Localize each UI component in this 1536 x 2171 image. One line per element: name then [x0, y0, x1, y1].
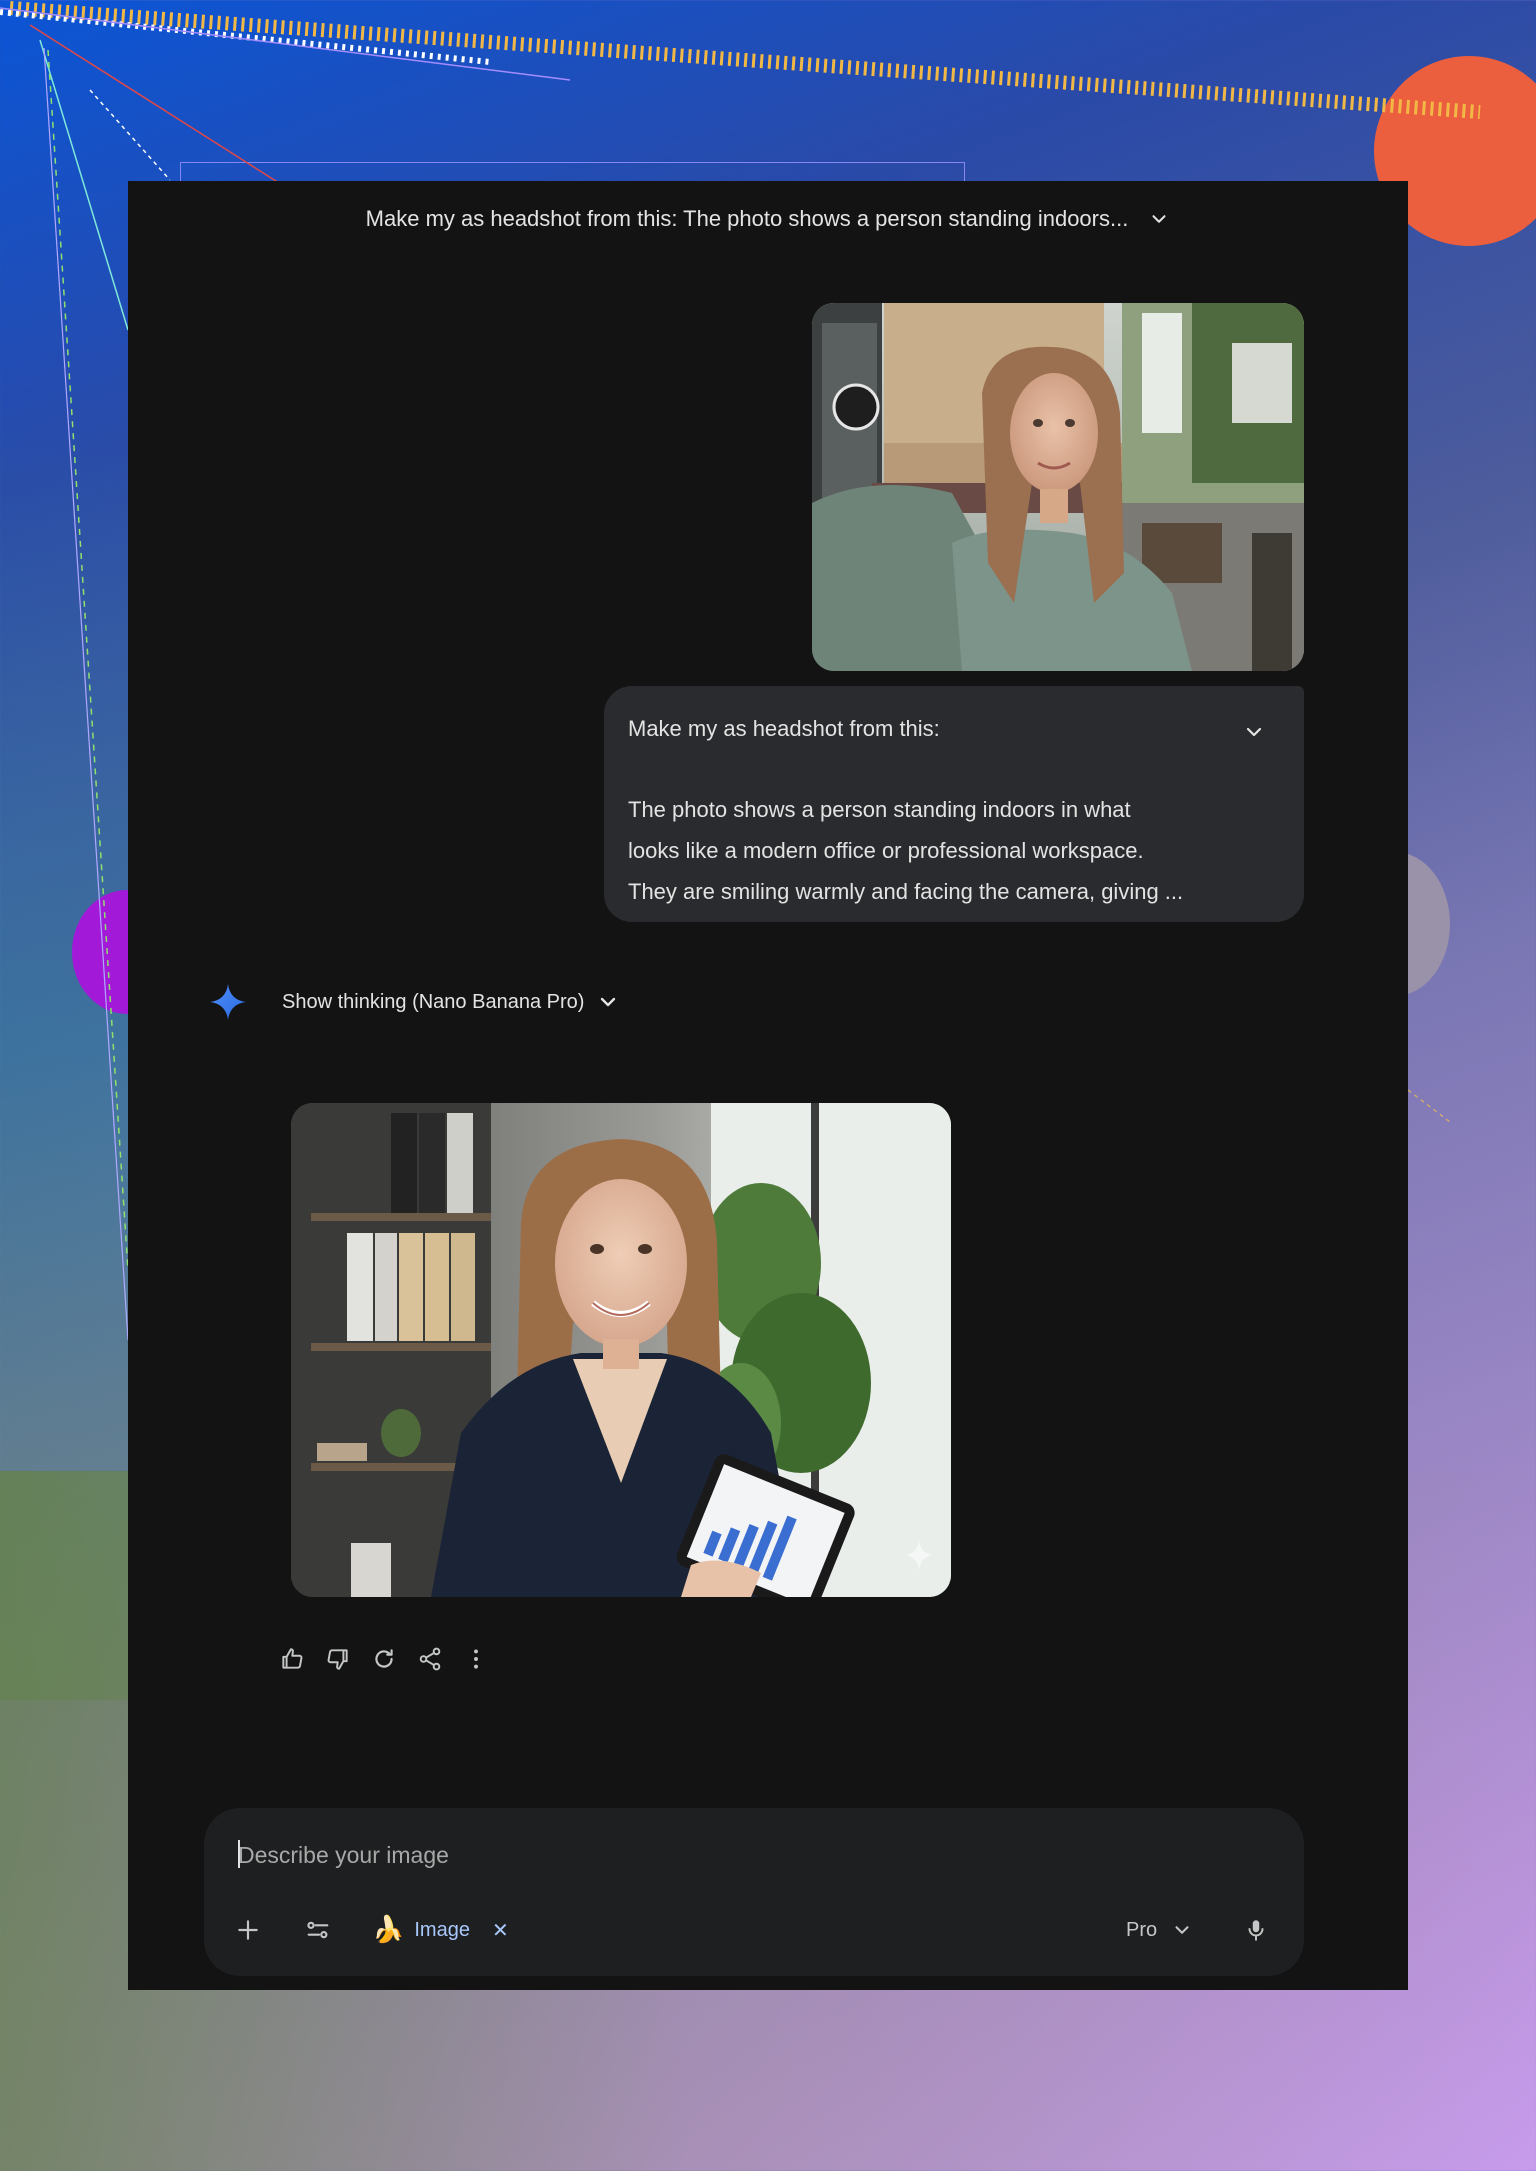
generated-headshot-image[interactable]	[291, 1103, 951, 1597]
chevron-down-icon[interactable]	[1242, 720, 1266, 744]
mic-icon	[1248, 1920, 1264, 1941]
user-message-line: Make my as headshot from this:	[628, 716, 940, 741]
user-message-line: The photo shows a person standing indoor…	[628, 797, 1131, 822]
banana-icon: 🍌	[372, 1915, 405, 1945]
image-tool-label[interactable]: Image	[414, 1919, 470, 1942]
more-options-button[interactable]	[460, 1643, 492, 1675]
chevron-down-icon[interactable]	[596, 990, 620, 1014]
conversation-title-bar[interactable]: Make my as headshot from this: The photo…	[128, 181, 1408, 257]
prompt-input[interactable]	[238, 1834, 1138, 1876]
thumbs-up-icon	[282, 1648, 303, 1669]
thumbs-down-icon	[327, 1649, 348, 1670]
show-thinking-toggle[interactable]: Show thinking (Nano Banana Pro)	[208, 977, 620, 1027]
chevron-down-icon[interactable]	[1148, 208, 1170, 230]
share-icon	[419, 1647, 441, 1671]
tools-button[interactable]	[296, 1908, 340, 1952]
response-action-bar	[276, 1641, 492, 1677]
image-tool-chip[interactable]: 🍌 Image ✕	[372, 1908, 509, 1952]
thumbs-up-button[interactable]	[276, 1643, 308, 1675]
prompt-composer: 🍌 Image ✕ Pro	[204, 1808, 1304, 1976]
user-message-line: They are smiling warmly and facing the c…	[628, 879, 1184, 904]
tune-icon	[307, 1921, 329, 1939]
regenerate-icon	[375, 1649, 393, 1668]
model-label[interactable]: Pro	[1126, 1919, 1157, 1942]
more-vert-icon	[474, 1649, 478, 1669]
user-uploaded-photo[interactable]	[812, 303, 1304, 671]
conversation-title[interactable]: Make my as headshot from this: The photo…	[366, 206, 1129, 232]
chevron-down-icon	[1175, 1926, 1189, 1934]
model-selector[interactable]: Pro	[1126, 1908, 1193, 1952]
remove-tool-button[interactable]: ✕	[492, 1918, 509, 1942]
user-message-bubble: Make my as headshot from this: The photo…	[604, 686, 1304, 922]
share-button[interactable]	[414, 1643, 446, 1675]
plus-icon	[238, 1920, 258, 1940]
chat-app-window: Make my as headshot from this: The photo…	[128, 181, 1408, 1990]
show-thinking-label[interactable]: Show thinking (Nano Banana Pro)	[282, 991, 584, 1014]
regenerate-button[interactable]	[368, 1643, 400, 1675]
gemini-spark-icon	[210, 984, 246, 1020]
user-message-line: looks like a modern office or profession…	[628, 838, 1144, 863]
text-caret	[238, 1840, 240, 1868]
add-attachment-button[interactable]	[226, 1908, 270, 1952]
microphone-button[interactable]	[1234, 1908, 1278, 1952]
thumbs-down-button[interactable]	[322, 1643, 354, 1675]
